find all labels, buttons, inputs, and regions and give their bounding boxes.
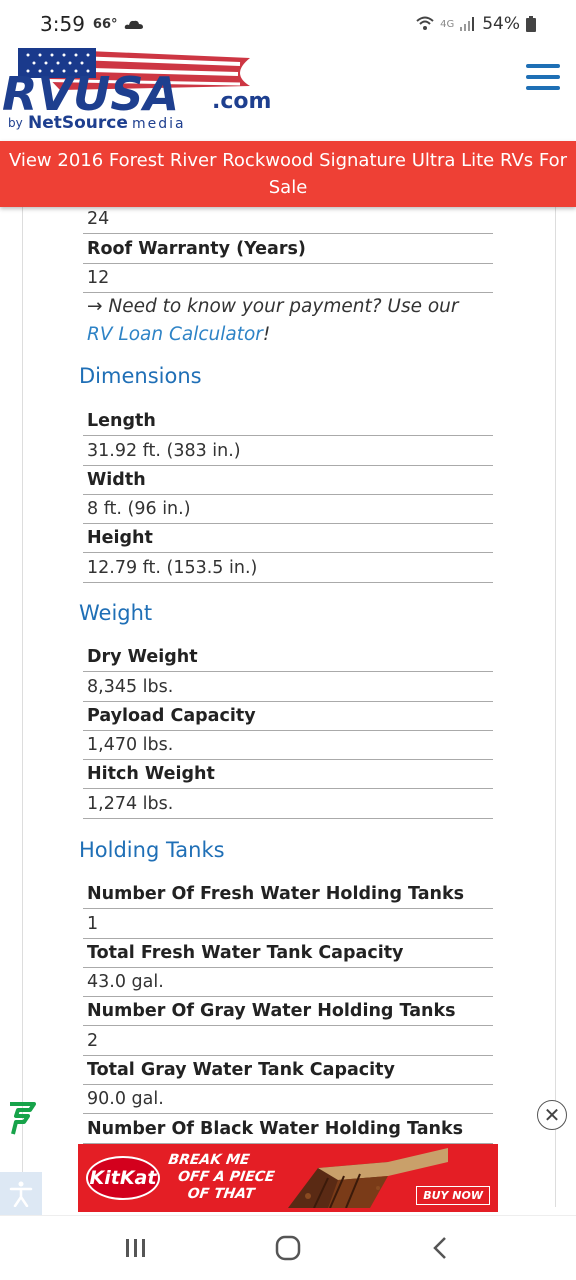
dim-label: Length: [83, 407, 493, 437]
roof-warranty-value: 12: [83, 264, 493, 293]
close-ad-icon[interactable]: ✕: [537, 1100, 567, 1130]
logo-domain: .com: [212, 89, 271, 114]
warranty-value-top: 24: [83, 207, 493, 235]
weight-label: Dry Weight: [83, 643, 493, 673]
signal-icon: [460, 17, 475, 31]
tank-value: 43.0 gal.: [83, 968, 493, 998]
warranty-table: 24 Roof Warranty (Years) 12: [83, 207, 493, 293]
holding-tanks-heading: Holding Tanks: [79, 838, 225, 862]
dimensions-table: Length 31.92 ft. (383 in.) Width 8 ft. (…: [83, 407, 493, 583]
roof-warranty-label: Roof Warranty (Years): [83, 234, 493, 264]
site-header: RVUSA .com by NetSource media: [0, 44, 576, 144]
freespee-icon[interactable]: [4, 1098, 40, 1138]
hamburger-menu-icon[interactable]: [526, 64, 560, 90]
status-temp: 66°: [92, 16, 118, 32]
status-bar: 3:59 66° 4G 54%: [0, 0, 576, 48]
tank-label: Number Of Gray Water Holding Tanks: [83, 997, 493, 1027]
rvusa-logo[interactable]: RVUSA .com by NetSource media: [0, 46, 320, 134]
tank-value: 90.0 gal.: [83, 1085, 493, 1115]
battery-percent: 54%: [482, 14, 520, 34]
weight-value: 1,274 lbs.: [83, 789, 493, 819]
ad-tagline-3: OF THAT: [186, 1186, 256, 1202]
kitkat-logo: KitKat: [86, 1156, 160, 1200]
dim-label: Height: [83, 524, 493, 554]
wifi-icon: [416, 16, 434, 30]
kitkat-ad[interactable]: KitKat BREAK ME OFF A PIECE OF THAT BUY …: [78, 1144, 498, 1212]
loan-note-suffix: !: [262, 324, 271, 345]
weather-icon: [124, 20, 143, 29]
dim-value: 8 ft. (96 in.): [83, 495, 493, 525]
loan-calculator-link[interactable]: RV Loan Calculator: [87, 324, 263, 345]
dimensions-heading: Dimensions: [79, 364, 202, 388]
tank-label: Total Gray Water Tank Capacity: [83, 1056, 493, 1086]
network-label: 4G: [440, 18, 455, 30]
tank-label: Number Of Black Water Holding Tanks: [83, 1114, 493, 1144]
dim-value: 12.79 ft. (153.5 in.): [83, 553, 493, 583]
recent-apps-icon[interactable]: [116, 1228, 156, 1268]
tank-label: Total Fresh Water Tank Capacity: [83, 939, 493, 968]
listing-banner[interactable]: View 2016 Forest River Rockwood Signatur…: [0, 141, 576, 207]
weight-label: Hitch Weight: [83, 760, 493, 790]
dim-label: Width: [83, 466, 493, 495]
tank-value: 2: [83, 1026, 493, 1056]
logo-company-suffix: media: [132, 116, 186, 132]
ad-buy-now-button[interactable]: BUY NOW: [416, 1186, 490, 1205]
holding-tanks-table: Number Of Fresh Water Holding Tanks 1 To…: [83, 880, 493, 1144]
tank-label: Number Of Fresh Water Holding Tanks: [83, 880, 493, 910]
status-right: 4G 54%: [416, 14, 536, 34]
back-icon[interactable]: [420, 1228, 460, 1268]
logo-company: NetSource: [28, 113, 128, 133]
status-time: 3:59: [40, 12, 85, 36]
tank-value: 1: [83, 909, 493, 939]
weight-label: Payload Capacity: [83, 702, 493, 731]
weight-heading: Weight: [79, 601, 153, 625]
logo-by: by: [8, 116, 23, 130]
weight-value: 8,345 lbs.: [83, 672, 493, 702]
ad-tagline: BREAK ME OFF A PIECE OF THAT: [162, 1152, 278, 1203]
loan-note: → Need to know your payment? Use our RV …: [87, 293, 487, 349]
spec-content: 24 Roof Warranty (Years) 12 → Need to kn…: [22, 207, 556, 1207]
loan-note-text: → Need to know your payment? Use our: [87, 296, 459, 317]
dim-value: 31.92 ft. (383 in.): [83, 436, 493, 466]
accessibility-icon[interactable]: [0, 1172, 42, 1216]
weight-value: 1,470 lbs.: [83, 731, 493, 761]
battery-icon: [526, 16, 536, 32]
ad-tagline-1: BREAK ME: [167, 1152, 251, 1168]
home-icon[interactable]: [268, 1228, 308, 1268]
ad-tagline-2: OFF A PIECE: [176, 1169, 276, 1185]
system-nav-bar: [0, 1215, 576, 1280]
weight-table: Dry Weight 8,345 lbs. Payload Capacity 1…: [83, 643, 493, 819]
